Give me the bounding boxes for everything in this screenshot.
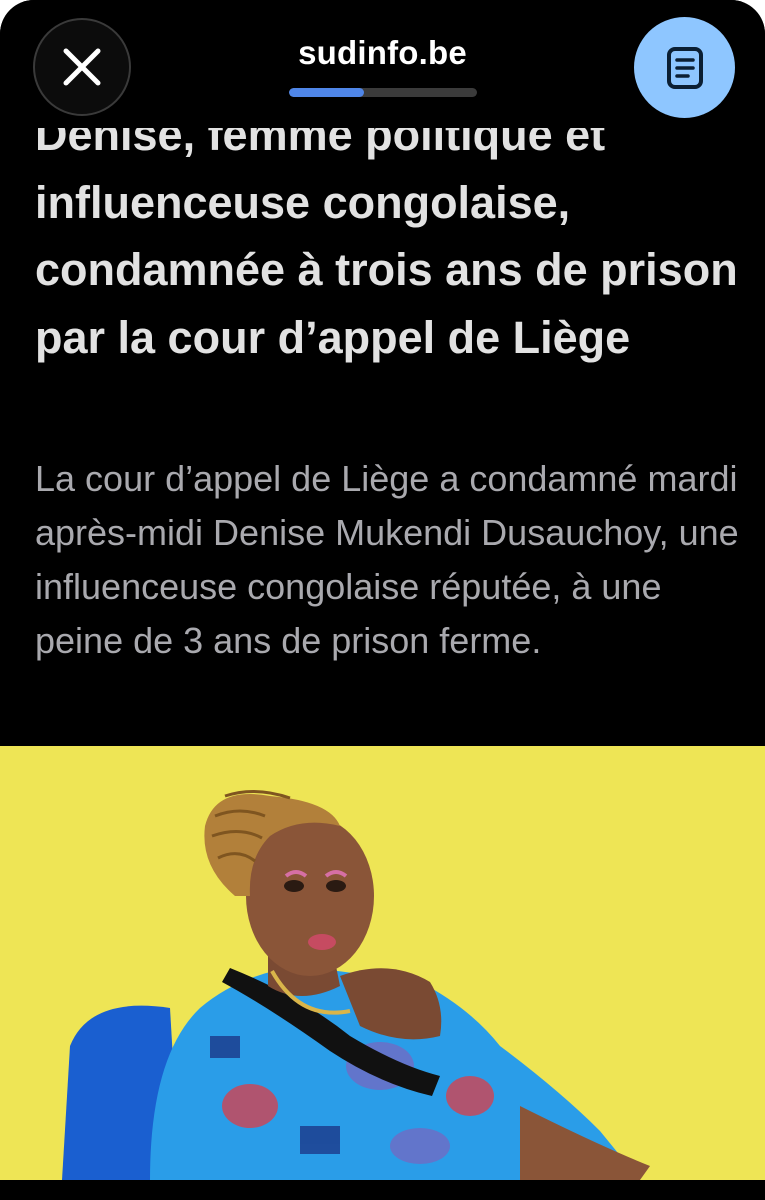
photo-illustration — [0, 746, 765, 1180]
reader-view-button[interactable] — [634, 17, 735, 118]
reading-progress-fill — [289, 88, 365, 97]
article-headline: Denise, femme politique et influenceuse … — [35, 109, 738, 363]
article-standfirst: La cour d’appel de Liège a condamné mard… — [35, 458, 739, 661]
bottom-bar — [0, 1180, 765, 1200]
reader-icon — [666, 46, 703, 89]
browser-frame: sudinfo.be Denise, femme politique et in… — [0, 0, 765, 1200]
top-bar: sudinfo.be — [0, 0, 765, 128]
close-icon — [63, 48, 101, 86]
close-button[interactable] — [33, 18, 131, 116]
reading-progress-bar — [289, 88, 477, 97]
site-domain: sudinfo.be — [298, 34, 467, 71]
article-photo — [0, 746, 765, 1180]
